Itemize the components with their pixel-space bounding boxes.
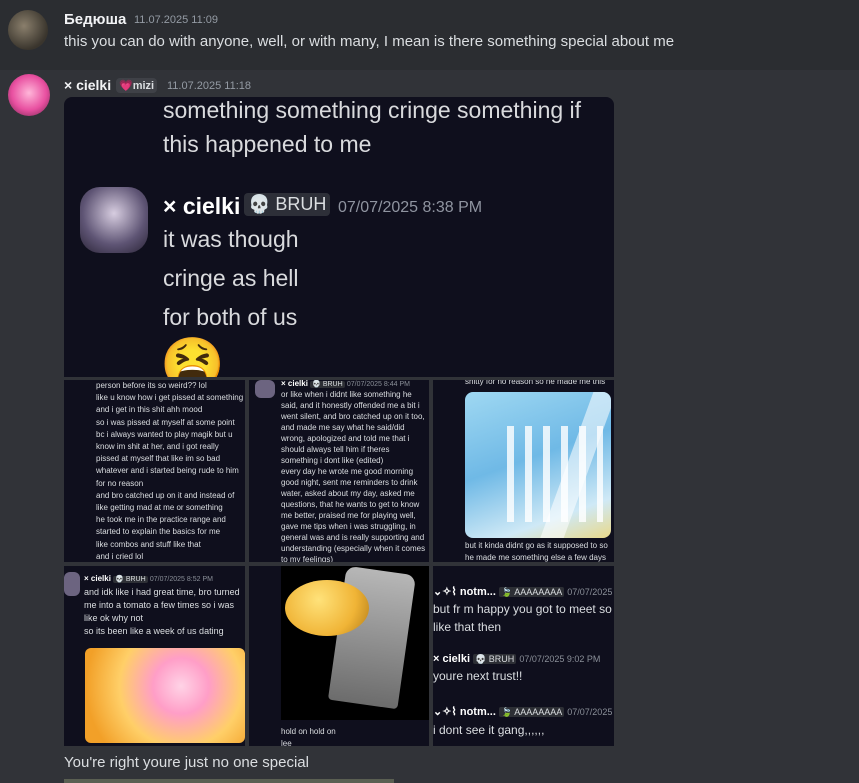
- tile-text: hold on hold on lee: [281, 727, 336, 746]
- meme-image: [281, 566, 429, 720]
- quoted-text-line: it was though: [163, 226, 299, 252]
- tired-face-emoji: 😫: [160, 336, 225, 377]
- quoted-role-tag: 💀 BRUH: [244, 193, 331, 216]
- tile-header: × cielki 💀 BRUH 07/07/2025 8:52 PM: [84, 574, 213, 583]
- file-icon-grid: [503, 426, 603, 522]
- bread-shape: [285, 580, 369, 636]
- quoted-text-line: for both of us: [163, 304, 298, 330]
- next-image-attachment-edge[interactable]: [64, 779, 394, 783]
- quoted-text-line: something something cringe something if: [163, 97, 582, 123]
- quoted-text-line: cringe as hell: [163, 265, 299, 291]
- quoted-author: × cielki: [163, 193, 241, 219]
- tile-avatar: [64, 572, 80, 596]
- tile-text: shitty for no reason so he made me this: [465, 380, 606, 386]
- message-author[interactable]: × cielki: [64, 77, 111, 93]
- message-text: this you can do with anyone, well, or wi…: [64, 33, 675, 50]
- tile-header: × cielki 💀 BRUH 07/07/2025 9:02 PM: [433, 653, 601, 665]
- anime-thumbs-up-image: [85, 648, 245, 743]
- tile-text: and idk like i had great time, bro turne…: [84, 587, 240, 636]
- tile-text: but fr m happy you got to meet so: [433, 602, 612, 616]
- image-attachment-tile-5[interactable]: hold on hold on lee: [249, 566, 429, 746]
- avatar-cielki[interactable]: [8, 74, 50, 116]
- tile-text: person before its so weird?? lol like u k…: [96, 381, 244, 561]
- image-attachment-tile-3[interactable]: shitty for no reason so he made me this …: [433, 380, 614, 562]
- role-tag: 💗mizi: [116, 78, 158, 93]
- quoted-avatar: [80, 187, 148, 253]
- tile-text: or like when i didnt like something he sa…: [281, 390, 426, 562]
- quoted-timestamp: 07/07/2025 8:38 PM: [338, 199, 483, 216]
- message-timestamp: 11.07.2025 11:09: [134, 14, 219, 26]
- tile-text: youre next trust!!: [433, 669, 523, 683]
- image-attachment-tile-6[interactable]: ⌄✧⌇ notm... 🍃 AAAAAAAA 07/07/2025 but fr…: [433, 566, 614, 746]
- image-attachment-tile-4[interactable]: × cielki 💀 BRUH 07/07/2025 8:52 PM and i…: [64, 566, 245, 746]
- tile-text: like that then: [433, 620, 502, 634]
- desktop-screenshot: [465, 392, 611, 538]
- image-attachment-tile-2[interactable]: × cielki 💀 BRUH 07/07/2025 8:44 PM or li…: [249, 380, 429, 562]
- tile-header: ⌄✧⌇ notm... 🍃 AAAAAAAA 07/07/2025: [433, 706, 613, 718]
- tile-header: ⌄✧⌇ notm... 🍃 AAAAAAAA 07/07/2025: [433, 586, 613, 598]
- image-attachment-main[interactable]: something something cringe something if …: [64, 97, 614, 377]
- avatar-bedyusha[interactable]: [8, 10, 48, 50]
- message-text: You're right youre just no one special: [64, 754, 309, 771]
- tile-text: i dont see it gang,,,,,,: [433, 723, 545, 737]
- image-attachment-tile-1[interactable]: person before its so weird?? lol like u k…: [64, 380, 245, 562]
- quoted-text-line: this happened to me: [163, 131, 372, 157]
- message-author[interactable]: Бедюша: [64, 11, 126, 28]
- message-timestamp: 11.07.2025 11:18: [167, 80, 252, 92]
- tile-text: but it kinda didnt go as it supposed to …: [465, 541, 608, 562]
- tile-avatar: [255, 380, 275, 398]
